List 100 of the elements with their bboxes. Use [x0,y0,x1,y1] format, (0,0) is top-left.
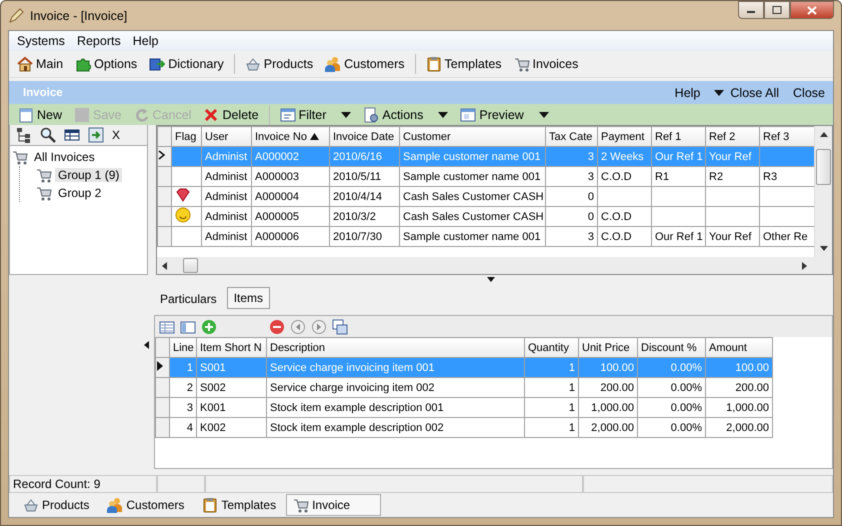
close-panel-button[interactable]: X [110,128,122,142]
column-header[interactable]: Unit Price [578,338,638,358]
puzzle-piece-icon [75,56,92,72]
window-title: Invoice - [Invoice] [30,8,128,22]
table-cell: Our Ref 1 [655,230,703,242]
header-link[interactable]: Help [674,86,700,100]
table-cell: 2010/3/2 [333,210,376,222]
column-header[interactable]: Tax Cate [546,126,598,146]
header-link[interactable]: Close [793,86,825,100]
table-cell: Stock item example description 002 [270,422,444,434]
cart-icon [36,185,52,201]
toolbar-button[interactable]: Invoices [508,54,584,74]
table-row[interactable]: 2 S002 Service charge invoicing item 002 1 200.00 0.00% 200.00 [156,378,772,398]
column-header[interactable]: Ref 2 [706,126,760,146]
table-cell: S001 [200,362,226,374]
scrollbar-thumb[interactable] [816,149,831,185]
scroll-right-icon[interactable] [802,262,807,270]
column-header[interactable]: Invoice No [252,126,330,146]
table-cell: 2 Weeks [601,150,644,162]
table-cell: Our Ref 1 [655,150,703,162]
table-row[interactable]: 4 K002 Stock item example description 002 1 2,000.00 0.00% 2,000.00 [156,418,772,438]
close-button[interactable] [790,1,834,19]
clipboard-icon [426,56,442,72]
table-cell: Service charge invoicing item 002 [270,382,434,394]
tab[interactable]: Invoice [286,494,382,516]
tool-button[interactable] [38,127,58,143]
column-header[interactable]: Flag [172,126,202,146]
column-header[interactable]: Quantity [524,338,578,358]
column-header[interactable]: Item Short N [196,338,266,358]
action-button[interactable]: Actions [358,106,454,122]
cart-icon [36,167,52,183]
tab[interactable]: Products [15,495,98,515]
table-cell: 2010/6/16 [333,150,382,162]
table-row[interactable]: Administ A000006 2010/7/30 Sample customer name 001 3 C.O.D Our Ref 1 Your Ref Other Re [158,226,814,246]
toolbar-button[interactable]: Products [240,54,318,74]
horizontal-scrollbar[interactable] [157,257,832,274]
scroll-up-icon[interactable] [820,132,828,137]
column-header[interactable]: Invoice Date [330,126,400,146]
table-cell: 2,000.00 [591,422,634,434]
tab[interactable]: Items [226,287,270,309]
menu-item[interactable]: Help [126,34,164,48]
table-cell: 200.00 [600,382,634,394]
vertical-scrollbar[interactable] [814,126,832,257]
toolbar-button[interactable]: Customers [320,54,410,74]
table-cell: Administ [205,170,248,182]
table-row[interactable]: Administ A000004 2010/4/14 Cash Sales Customer CASH 0 [158,186,814,206]
menu-item[interactable]: Systems [11,34,71,48]
action-button[interactable]: Filter [274,106,356,122]
cart-icon [514,56,530,72]
action-button[interactable]: New [13,106,68,122]
tab[interactable]: Particulars [156,289,221,309]
table-cell: 1,000.00 [591,402,634,414]
tab[interactable]: Customers [99,495,192,515]
tree-item[interactable]: Group 1 (9) [55,168,122,182]
table-cell: 1 [186,362,193,374]
column-header[interactable]: Ref 1 [652,126,706,146]
column-header[interactable]: Description [266,338,524,358]
cross-icon [203,106,220,122]
tree-item[interactable]: All Invoices [31,150,98,164]
toolbar-button[interactable]: Options [70,54,142,74]
action-button[interactable]: Preview [455,106,554,122]
scroll-down-icon[interactable] [820,246,828,251]
table-cell: Stock item example description 001 [270,402,444,414]
column-header[interactable]: Ref 3 [760,126,814,146]
maximize-button[interactable] [764,1,790,19]
toolbar-button[interactable]: Main [12,54,68,74]
tree-item[interactable]: Group 2 [55,186,104,200]
action-button[interactable]: Delete [198,106,264,122]
table-cell: 0 [588,190,594,202]
table-cell: A000005 [255,210,300,222]
table-row[interactable]: Administ A000005 2010/3/2 Cash Sales Customer CASH 0 C.O.D [158,206,814,226]
sort-ascending-icon [310,132,319,140]
minimize-button[interactable] [738,1,764,19]
table-cell: Sample customer name 001 [403,170,541,182]
column-header[interactable]: Customer [400,126,546,146]
column-header[interactable]: User [202,126,252,146]
tool-button[interactable] [332,318,348,334]
gem-icon [175,188,191,203]
column-header[interactable]: Amount [706,338,772,358]
column-header[interactable]: Discount % [638,338,706,358]
table-row[interactable]: 3 K001 Stock item example description 001 1 1,000.00 0.00% 1,000.00 [156,398,772,418]
tool-button[interactable] [180,318,196,334]
scrollbar-thumb[interactable] [183,258,198,273]
dropdown-button[interactable]: Close All [714,86,780,100]
toolbar-button[interactable]: Dictionary [144,54,229,74]
tool-button[interactable] [62,127,82,143]
column-header[interactable]: Payment [598,126,652,146]
toolbar-button[interactable]: Templates [420,54,507,74]
tab[interactable]: Templates [194,495,284,515]
tool-button[interactable] [86,127,106,143]
cart-icon [12,149,28,165]
tool-button[interactable] [159,318,175,334]
menu-item[interactable]: Reports [70,34,127,48]
table-row[interactable]: Administ A000003 2010/5/11 Sample customer name 001 3 C.O.D R1 R2 R3 [158,166,814,186]
table-cell: Your Ref [709,150,752,162]
splitter-handle-icon[interactable] [487,277,495,282]
table-cell: 1 [568,402,575,414]
collapse-arrow-icon[interactable] [144,341,149,349]
column-header[interactable]: Line [170,338,196,358]
scroll-left-icon[interactable] [162,262,167,270]
